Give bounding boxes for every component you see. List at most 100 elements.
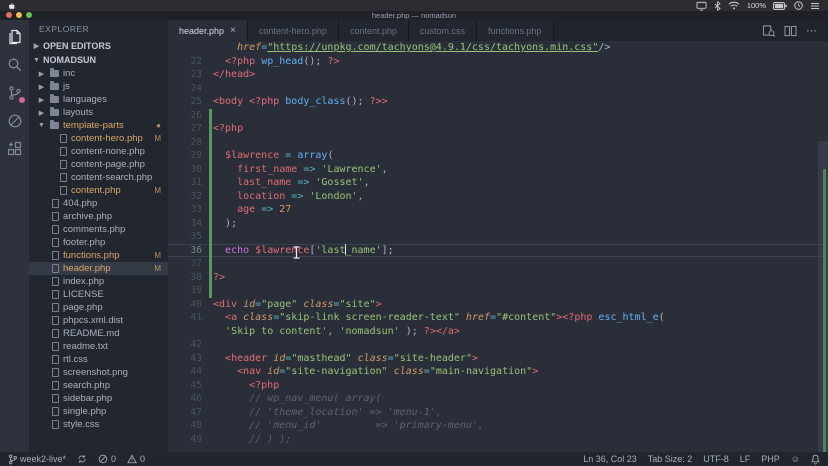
code-line-28[interactable]: 28 <box>168 136 828 150</box>
tree-file-readme-md[interactable]: README.md <box>29 327 168 340</box>
battery-icon[interactable] <box>773 2 787 10</box>
tree-file-license[interactable]: LICENSE <box>29 288 168 301</box>
tab-header-php[interactable]: header.php× <box>168 20 248 41</box>
tree-folder-js[interactable]: ▶js <box>29 80 168 93</box>
tree-item-label: languages <box>63 94 107 105</box>
code-line-48[interactable]: 48 // 'menu_id' => 'primary-menu', <box>168 419 828 433</box>
code-line-36[interactable]: 36 echo $lawrence['last_name']; <box>168 244 828 258</box>
error-indicator[interactable]: 0 <box>98 454 116 464</box>
tree-file-content-search-php[interactable]: content-search.php <box>29 171 168 184</box>
tree-file-phpcs-xml-dist[interactable]: phpcs.xml.dist <box>29 314 168 327</box>
code-line-34[interactable]: 34 ); <box>168 217 828 231</box>
tab-custom-css[interactable]: custom.css <box>409 20 477 41</box>
code-line-37[interactable]: 37 <box>168 257 828 271</box>
tree-item-label: archive.php <box>63 211 112 222</box>
tree-item-label: phpcs.xml.dist <box>63 315 123 326</box>
tree-file-content-hero-php[interactable]: content-hero.phpM <box>29 132 168 145</box>
root-folder-section[interactable]: ▼ NOMADSUN <box>29 53 168 67</box>
code-line-29[interactable]: 29 $lawrence = array( <box>168 149 828 163</box>
code-line-42[interactable]: 42 <box>168 338 828 352</box>
clock-icon[interactable] <box>794 1 803 10</box>
code-line-35[interactable]: 35 <box>168 230 828 244</box>
source-control-icon[interactable] <box>6 84 23 101</box>
tree-file-style-css[interactable]: style.css <box>29 418 168 431</box>
explorer-icon[interactable] <box>6 28 23 45</box>
code-line-45[interactable]: 45 <?php <box>168 379 828 393</box>
tree-file-archive-php[interactable]: archive.php <box>29 210 168 223</box>
tree-file-404-php[interactable]: 404.php <box>29 197 168 210</box>
code-line-30[interactable]: 30 first_name => 'Lawrence', <box>168 163 828 177</box>
tab-content-hero-php[interactable]: content-hero.php <box>248 20 339 41</box>
code-line-23[interactable]: 23</head> <box>168 68 828 82</box>
tree-file-single-php[interactable]: single.php <box>29 405 168 418</box>
tree-file-search-php[interactable]: search.php <box>29 379 168 392</box>
open-preview-icon[interactable] <box>762 24 775 37</box>
split-editor-icon[interactable] <box>784 25 797 37</box>
tab-content-php[interactable]: content.php <box>339 20 409 41</box>
bell-icon[interactable] <box>811 454 820 465</box>
code-line-wrap[interactable]: href="https://unpkg.com/tachyons@4.9.1/c… <box>168 41 828 55</box>
open-editors-section[interactable]: ▶ OPEN EDITORS <box>29 39 168 53</box>
control-center-icon[interactable] <box>810 2 820 10</box>
code-line-24[interactable]: 24 <box>168 82 828 96</box>
status-php[interactable]: PHP <box>761 454 780 464</box>
code-line-25[interactable]: 25<body <?php body_class(); ?>> <box>168 95 828 109</box>
apple-icon[interactable] <box>8 2 15 10</box>
wifi-icon[interactable] <box>728 1 740 10</box>
status-tab-size-2[interactable]: Tab Size: 2 <box>648 454 693 464</box>
tree-folder-languages[interactable]: ▶languages <box>29 93 168 106</box>
tree-file-footer-php[interactable]: footer.php <box>29 236 168 249</box>
sync-icon[interactable] <box>77 454 87 464</box>
git-branch-indicator[interactable]: week2-live* <box>8 454 66 465</box>
tree-file-index-php[interactable]: index.php <box>29 275 168 288</box>
tree-file-readme-txt[interactable]: readme.txt <box>29 340 168 353</box>
debug-icon[interactable] <box>6 112 23 129</box>
status-utf-8[interactable]: UTF-8 <box>703 454 729 464</box>
code-line-44[interactable]: 44 <nav id="site-navigation" class="main… <box>168 365 828 379</box>
tree-file-comments-php[interactable]: comments.php <box>29 223 168 236</box>
tab-functions-php[interactable]: functions.php <box>477 20 554 41</box>
tree-file-rtl-css[interactable]: rtl.css <box>29 353 168 366</box>
code-line-31[interactable]: 31 last_name => 'Gosset', <box>168 176 828 190</box>
code-line-33[interactable]: 33 age => 27 <box>168 203 828 217</box>
code-line-39[interactable]: 39 <box>168 284 828 298</box>
tree-folder-inc[interactable]: ▶inc <box>29 67 168 80</box>
code-line-26[interactable]: 26 <box>168 109 828 123</box>
tree-folder-template-parts[interactable]: ▼template-parts● <box>29 119 168 132</box>
code-line-41[interactable]: 41 <a class="skip-link screen-reader-tex… <box>168 311 828 325</box>
file-tree: ▶inc▶js▶languages▶layouts▼template-parts… <box>29 67 168 431</box>
close-tab-icon[interactable]: × <box>230 26 236 36</box>
warning-indicator[interactable]: 0 <box>127 454 145 464</box>
feedback-icon[interactable]: ☺ <box>791 455 800 464</box>
code-line-47[interactable]: 47 // 'theme_location' => 'menu-1', <box>168 406 828 420</box>
tree-folder-layouts[interactable]: ▶layouts <box>29 106 168 119</box>
code-line-46[interactable]: 46 // wp_nav_menu( array( <box>168 392 828 406</box>
code-line-40[interactable]: 40<div id="page" class="site"> <box>168 298 828 312</box>
bluetooth-icon[interactable] <box>714 1 721 11</box>
code-text: <?php wp_head(); ?> <box>213 55 339 69</box>
extensions-icon[interactable] <box>6 140 23 157</box>
tree-file-sidebar-php[interactable]: sidebar.php <box>29 392 168 405</box>
tree-file-header-php[interactable]: header.phpM <box>29 262 168 275</box>
code-line-43[interactable]: 43 <header id="masthead" class="site-hea… <box>168 352 828 366</box>
code-line-27[interactable]: 27<?php <box>168 122 828 136</box>
display-icon[interactable] <box>696 1 707 11</box>
code-line-32[interactable]: 32 location => 'London', <box>168 190 828 204</box>
code-line-22[interactable]: 22 <?php wp_head(); ?> <box>168 55 828 69</box>
status-ln-36-col-23[interactable]: Ln 36, Col 23 <box>583 454 637 464</box>
code-line-49[interactable]: 49 // ) ); <box>168 433 828 447</box>
tree-file-content-php[interactable]: content.phpM <box>29 184 168 197</box>
tree-file-content-none-php[interactable]: content-none.php <box>29 145 168 158</box>
more-actions-icon[interactable]: ⋯ <box>806 24 818 37</box>
code-editor[interactable]: href="https://unpkg.com/tachyons@4.9.1/c… <box>168 41 828 452</box>
tabs-container: header.php×content-hero.phpcontent.phpcu… <box>168 20 554 41</box>
tree-file-page-php[interactable]: page.php <box>29 301 168 314</box>
tree-file-content-page-php[interactable]: content-page.php <box>29 158 168 171</box>
status-lf[interactable]: LF <box>740 454 751 464</box>
tree-file-screenshot-png[interactable]: screenshot.png <box>29 366 168 379</box>
code-line-38[interactable]: 38?> <box>168 271 828 285</box>
search-icon[interactable] <box>6 56 23 73</box>
code-line-wrap[interactable]: 'Skip to content', 'nomadsun' ); ?></a> <box>168 325 828 339</box>
tree-file-functions-php[interactable]: functions.phpM <box>29 249 168 262</box>
explorer-sidebar: EXPLORER ▶ OPEN EDITORS ▼ NOMADSUN ▶inc▶… <box>29 20 168 452</box>
